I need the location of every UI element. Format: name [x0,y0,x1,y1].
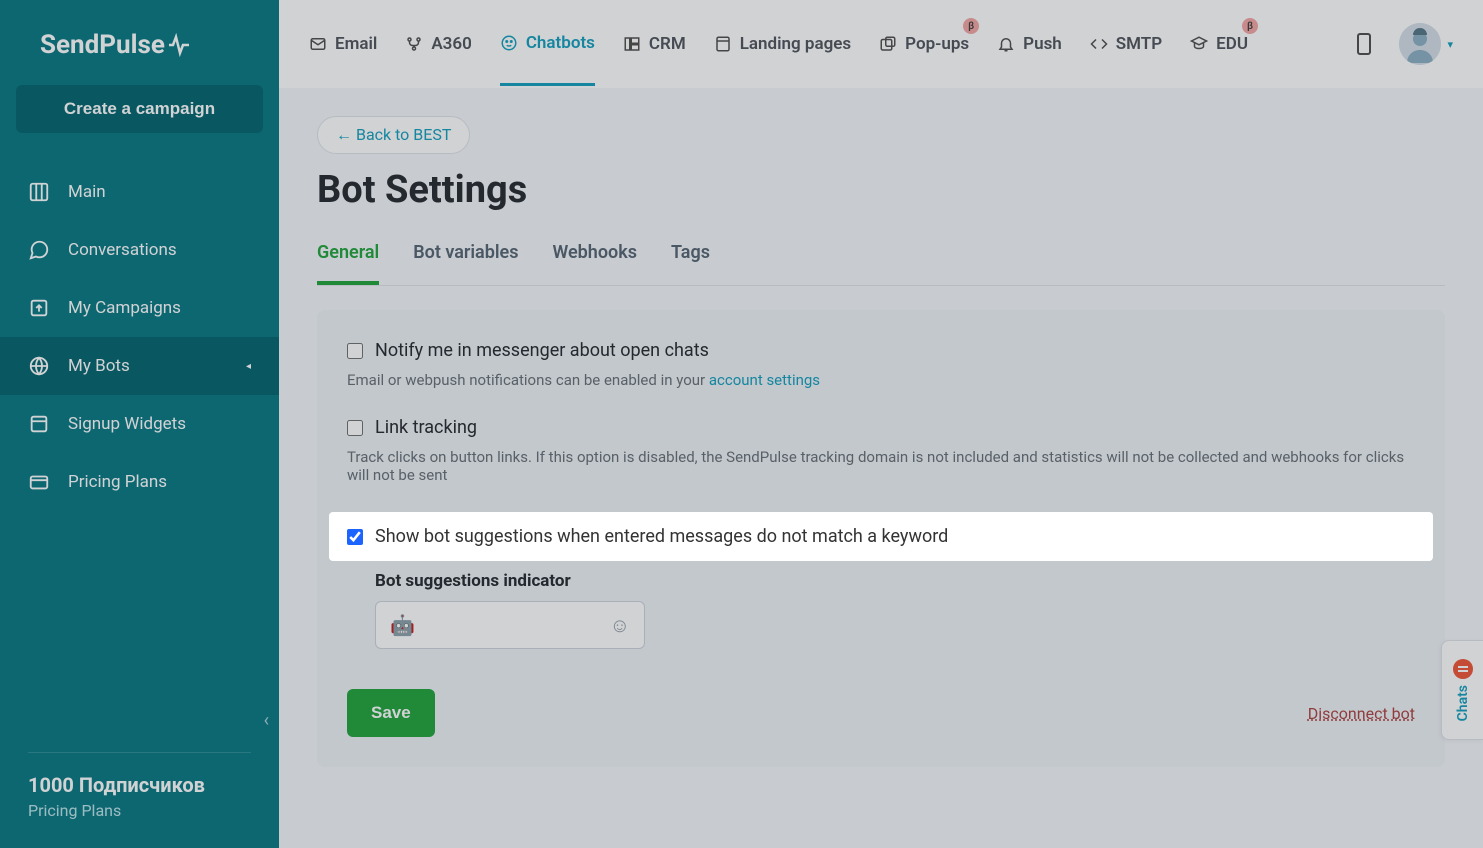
branch-icon [405,35,423,53]
notify-row[interactable]: Notify me in messenger about open chats [347,340,1415,361]
logo[interactable]: SendPulse [0,0,279,85]
beta-badge: β [1242,18,1258,34]
mobile-icon[interactable] [1357,33,1371,55]
popup-icon [879,35,897,53]
notify-label: Notify me in messenger about open chats [375,340,709,361]
create-campaign-button[interactable]: Create a campaign [16,85,263,133]
topnav-label: EDU [1216,34,1248,54]
sidebar-item-pricing[interactable]: Pricing Plans [0,453,279,511]
sidebar-item-mybots[interactable]: My Bots ◂ [0,337,279,395]
linktracking-checkbox[interactable] [347,420,363,436]
beta-badge: β [963,18,979,34]
logo-text: SendPulse [40,30,165,60]
sidebar-item-label: My Bots [68,356,130,376]
topnav-label: Push [1023,34,1062,54]
landing-icon [714,35,732,53]
topnav-push[interactable]: Push [997,4,1062,84]
sidebar-item-label: Signup Widgets [68,414,186,434]
chatbots-icon [500,34,518,52]
account-settings-link[interactable]: account settings [709,371,820,389]
topnav-popups[interactable]: Pop-ups β [879,4,969,84]
notify-checkbox[interactable] [347,343,363,359]
sidebar-collapse-button[interactable]: ‹ [264,710,269,731]
code-icon [1090,35,1108,53]
widget-icon [28,413,50,435]
disconnect-link[interactable]: Disconnect bot [1308,704,1415,723]
topnav-smtp[interactable]: SMTP [1090,4,1162,84]
sidebar-item-label: My Campaigns [68,298,181,318]
sidebar-item-label: Pricing Plans [68,472,167,492]
page-title: Bot Settings [317,168,1445,212]
sidebar-item-campaigns[interactable]: My Campaigns [0,279,279,337]
indicator-emoji: 🤖 [390,613,415,637]
topnav-label: SMTP [1116,34,1162,54]
avatar[interactable] [1399,23,1441,65]
sidebar-item-main[interactable]: Main [0,163,279,221]
grid-icon [28,181,50,203]
indicator-label: Bot suggestions indicator [375,571,1415,591]
bell-icon [997,35,1015,53]
topnav-label: Pop-ups [905,34,969,54]
notify-help: Email or webpush notifications can be en… [347,371,1415,389]
topnav-label: A360 [431,34,471,54]
emoji-picker-icon[interactable]: ☺ [610,613,630,638]
edu-icon [1190,35,1208,53]
topnav-chatbots[interactable]: Chatbots [500,3,595,86]
linktracking-help: Track clicks on button links. If this op… [347,448,1415,484]
sidebar-item-label: Conversations [68,240,177,260]
topnav-label: Landing pages [740,34,851,54]
topnav-crm[interactable]: CRM [623,4,686,84]
sidebar-footer: 1000 Подписчиков Pricing Plans [28,752,251,848]
back-link[interactable]: ← Back to BEST [317,116,470,154]
indicator-input[interactable]: 🤖 ☺ [375,601,645,649]
tab-general[interactable]: General [317,242,379,285]
suggestions-label: Show bot suggestions when entered messag… [375,526,948,547]
tab-variables[interactable]: Bot variables [413,242,518,285]
sidebar-item-label: Main [68,182,106,202]
chats-label: Chats [1455,685,1471,721]
topnav-a360[interactable]: A360 [405,4,471,84]
content: ← Back to BEST Bot Settings General Bot … [279,88,1483,848]
topnav-email[interactable]: Email [309,4,377,84]
linktracking-label: Link tracking [375,417,477,438]
topnav-edu[interactable]: EDU β [1190,4,1248,84]
topnav-label: CRM [649,34,686,54]
upload-icon [28,297,50,319]
tab-tags[interactable]: Tags [671,242,710,285]
tab-webhooks[interactable]: Webhooks [552,242,637,285]
chat-bubble-icon [1453,659,1473,679]
chevron-left-icon: ◂ [246,361,251,372]
topbar: Email A360 Chatbots CRM Landing pages Po… [279,0,1483,88]
topnav-label: Email [335,34,377,54]
suggestions-row[interactable]: Show bot suggestions when entered messag… [329,512,1433,561]
sidebar: SendPulse Create a campaign Main Convers… [0,0,279,848]
mail-icon [309,35,327,53]
suggestions-checkbox[interactable] [347,529,363,545]
chats-sidebar-tab[interactable]: Chats [1441,640,1483,740]
chat-icon [28,239,50,261]
subscribers-count: 1000 Подписчиков [28,773,251,797]
topnav-label: Chatbots [526,33,595,53]
avatar-dropdown-icon[interactable]: ▾ [1447,38,1453,51]
settings-panel: Notify me in messenger about open chats … [317,310,1445,767]
crm-icon [623,35,641,53]
logo-pulse-icon [167,33,191,57]
save-button[interactable]: Save [347,689,435,737]
card-icon [28,471,50,493]
sidebar-item-conversations[interactable]: Conversations [0,221,279,279]
sidebar-item-widgets[interactable]: Signup Widgets [0,395,279,453]
tabs: General Bot variables Webhooks Tags [317,242,1445,286]
linktracking-row[interactable]: Link tracking [347,417,1415,438]
topnav-landing[interactable]: Landing pages [714,4,851,84]
globe-icon [28,355,50,377]
plan-label[interactable]: Pricing Plans [28,801,251,820]
